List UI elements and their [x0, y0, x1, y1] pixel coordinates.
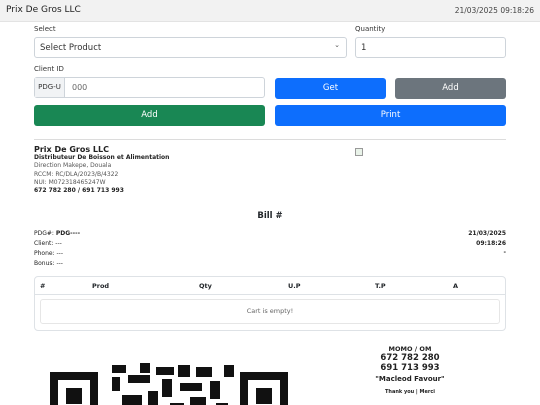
col-total-price: T.P: [375, 282, 386, 290]
company-phones: 672 782 280 / 691 713 993: [34, 187, 124, 195]
product-select[interactable]: Select Product ⌄: [34, 37, 347, 58]
payment-phone-2: 691 713 993: [380, 363, 440, 373]
company-address: Direction Makepe, Douala: [34, 162, 112, 170]
bill-time: 09:18:26: [476, 239, 506, 247]
thanks-text: Thank you | Merci: [384, 389, 436, 395]
app-title: Prix De Gros LLC: [6, 5, 81, 15]
divider: [34, 139, 506, 140]
quantity-label: Quantity: [355, 25, 386, 33]
bill-datetime: 21/03/2025 09:18:26 -: [468, 229, 506, 258]
pdg-number: PDG#: PDG----: [34, 229, 80, 239]
bill-dash: -: [503, 249, 507, 256]
logo-image-icon: [355, 148, 363, 156]
payment-info: MOMO / OM 672 782 280 691 713 993 "Macle…: [330, 345, 490, 395]
col-qty: Qty: [199, 282, 212, 290]
quantity-value: 1: [361, 43, 367, 53]
get-client-button[interactable]: Get: [275, 78, 386, 99]
print-button[interactable]: Print: [275, 105, 506, 126]
cart-table: # Prod Qty U.P T.P A Cart is empty!: [34, 276, 506, 331]
client-id-input[interactable]: 000: [72, 83, 87, 92]
col-product: Prod: [92, 282, 110, 290]
phone-line: Phone: ---: [34, 250, 64, 257]
payment-title: MOMO / OM: [388, 345, 432, 353]
cart-header-row: # Prod Qty U.P T.P A: [35, 277, 505, 295]
company-name: Prix De Gros LLC: [34, 145, 109, 154]
add-to-cart-button[interactable]: Add: [34, 105, 265, 126]
company-rccm: RCCM: RC/DLA/2023/B/4322: [34, 170, 119, 178]
product-select-value: Select Product: [40, 43, 102, 53]
client-id-field[interactable]: PDG-U 000: [34, 77, 265, 98]
pdg-label: PDG#:: [34, 230, 54, 237]
select-label: Select: [34, 25, 56, 33]
cart-empty-message: Cart is empty!: [40, 299, 500, 324]
company-info: Prix De Gros LLC Distributeur De Boisson…: [34, 145, 170, 195]
col-action: A: [453, 282, 459, 290]
add-client-button[interactable]: Add: [395, 78, 506, 99]
payment-name: "Macleod Favour": [375, 375, 445, 383]
quantity-input[interactable]: 1: [355, 37, 506, 58]
bill-meta: PDG#: PDG---- Client: --- Phone: --- Bon…: [34, 229, 80, 269]
datetime: 21/03/2025 09:18:26: [454, 6, 534, 15]
client-id-prefix: PDG-U: [35, 78, 65, 97]
chevron-down-icon: ⌄: [334, 41, 340, 49]
company-description: Distributeur De Boisson et Alimentation: [34, 154, 170, 162]
payment-phone-1: 672 782 280: [380, 353, 440, 363]
col-index: #: [40, 282, 46, 290]
client-id-label: Client ID: [34, 65, 64, 73]
bill-date: 21/03/2025: [468, 230, 506, 237]
bonus-line: Bonus: ---: [34, 260, 63, 267]
bill-title: Bill #: [257, 211, 283, 221]
pdg-value: PDG----: [55, 230, 81, 237]
company-nui: NUI: M072318465247W: [34, 178, 106, 186]
qr-code-icon: [50, 363, 288, 405]
col-unit-price: U.P: [288, 282, 301, 290]
title-bar: Prix De Gros LLC 21/03/2025 09:18:26: [0, 0, 540, 22]
client-line: Client: ---: [34, 240, 62, 247]
